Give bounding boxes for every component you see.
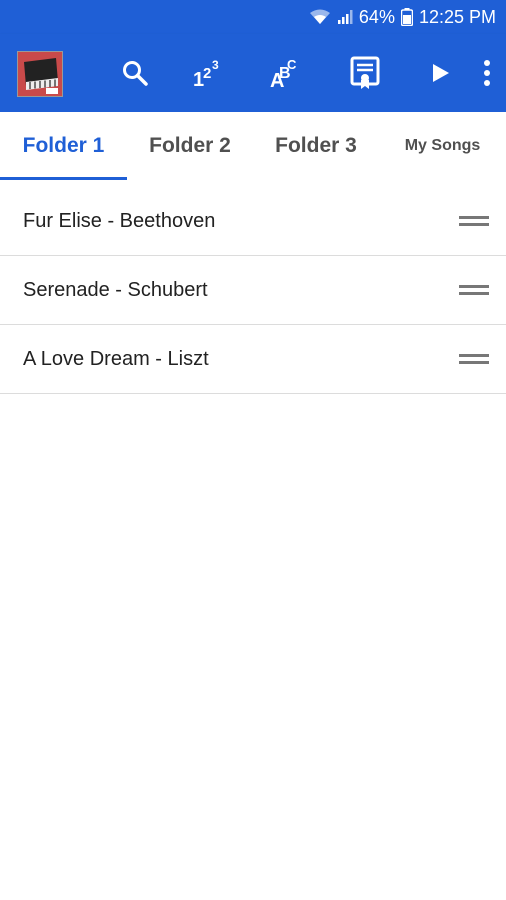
app-toolbar: 1 2 3 A B C bbox=[0, 34, 506, 112]
more-vert-icon[interactable] bbox=[470, 56, 504, 90]
tab-folder-3[interactable]: Folder 3 bbox=[253, 112, 379, 180]
list-item[interactable]: Serenade - Schubert bbox=[0, 256, 506, 325]
song-list: Fur Elise - Beethoven Serenade - Schuber… bbox=[0, 187, 506, 394]
search-icon[interactable] bbox=[118, 56, 152, 90]
list-item[interactable]: A Love Dream - Liszt bbox=[0, 325, 506, 394]
clock: 12:25 PM bbox=[418, 6, 496, 27]
drag-handle-icon[interactable] bbox=[459, 352, 489, 366]
list-item[interactable]: Fur Elise - Beethoven bbox=[0, 187, 506, 256]
svg-text:3: 3 bbox=[212, 58, 219, 72]
abc-icon[interactable]: A B C bbox=[268, 56, 302, 90]
certificate-icon[interactable] bbox=[348, 56, 382, 90]
song-title: Serenade - Schubert bbox=[23, 278, 208, 301]
battery-icon bbox=[400, 8, 413, 26]
status-bar: 64% 12:25 PM bbox=[0, 0, 506, 34]
svg-text:C: C bbox=[287, 57, 297, 72]
song-title: Fur Elise - Beethoven bbox=[23, 209, 216, 232]
tab-folder-1[interactable]: Folder 1 bbox=[0, 112, 127, 180]
song-title: A Love Dream - Liszt bbox=[23, 347, 209, 370]
signal-icon bbox=[337, 9, 353, 25]
drag-handle-icon[interactable] bbox=[459, 214, 489, 228]
app-logo[interactable] bbox=[17, 51, 63, 97]
svg-text:2: 2 bbox=[203, 65, 211, 82]
play-icon[interactable] bbox=[423, 56, 457, 90]
battery-percent: 64% bbox=[358, 6, 395, 27]
folder-tabs: Folder 1 Folder 2 Folder 3 My Songs bbox=[0, 112, 506, 180]
tab-folder-2[interactable]: Folder 2 bbox=[127, 112, 253, 180]
numbers-icon[interactable]: 1 2 3 bbox=[190, 56, 224, 90]
tab-indicator bbox=[0, 177, 127, 180]
wifi-icon bbox=[309, 9, 331, 25]
tab-my-songs[interactable]: My Songs bbox=[379, 112, 506, 180]
drag-handle-icon[interactable] bbox=[459, 283, 489, 297]
